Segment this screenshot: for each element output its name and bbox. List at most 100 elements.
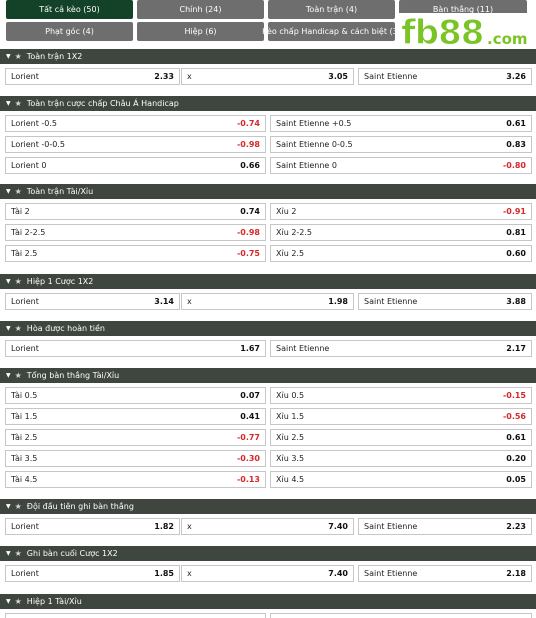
chevron-down-icon[interactable]: ▼ (6, 278, 11, 285)
odds-cell[interactable]: Tài 3.5 -0.30 (5, 450, 266, 467)
chevron-down-icon[interactable]: ▼ (6, 325, 11, 332)
section-header[interactable]: ▼ ★ Tổng bàn thắng Tài/Xỉu (0, 368, 536, 383)
odds-cell[interactable]: x 3.05 (181, 68, 354, 85)
odds-value: 7.40 (328, 569, 348, 578)
tab-main[interactable]: Chính (24) (137, 0, 264, 19)
odds-value: -0.30 (236, 454, 260, 463)
odds-value: 0.05 (506, 475, 526, 484)
odds-value: 1.98 (328, 297, 348, 306)
odds-cell[interactable]: Saint Etienne 0 -0.80 (270, 157, 532, 174)
section-header[interactable]: ▼ ★ Hiệp 1 Cược 1X2 (0, 274, 536, 289)
section-header[interactable]: ▼ ★ Đội đầu tiên ghi bàn thắng (0, 499, 536, 514)
chevron-down-icon[interactable]: ▼ (6, 53, 11, 60)
odds-cell[interactable]: Saint Etienne 2.17 (270, 340, 532, 357)
odds-cell[interactable]: Lorient 3.14 (5, 293, 180, 310)
star-icon[interactable]: ★ (15, 99, 22, 108)
chevron-down-icon[interactable]: ▼ (6, 100, 11, 107)
odds-label: Saint Etienne (364, 72, 418, 81)
odds-value: 0.60 (506, 249, 526, 258)
tab-full-time[interactable]: Toàn trận (4) (268, 0, 395, 19)
odds-value: 2.23 (506, 522, 526, 531)
odds-value: 2.33 (154, 72, 174, 81)
odds-cell[interactable] (270, 613, 532, 618)
odds-value: -0.74 (236, 119, 260, 128)
section-header[interactable]: ▼ ★ Toàn trận 1X2 (0, 49, 536, 64)
odds-cell[interactable]: x 7.40 (181, 518, 354, 535)
odds-cell[interactable]: Xỉu 3.5 0.20 (270, 450, 532, 467)
odds-label: Tài 2 (11, 207, 30, 216)
odds-cell[interactable]: Xỉu 2.5 0.60 (270, 245, 532, 262)
odds-cell[interactable]: Tài 2.5 -0.75 (5, 245, 266, 262)
odds-cell[interactable]: Lorient 2.33 (5, 68, 180, 85)
odds-cell[interactable]: Tài 2.5 -0.77 (5, 429, 266, 446)
odds-value: 1.67 (240, 344, 260, 353)
odds-cell[interactable]: Xỉu 0.5 -0.15 (270, 387, 532, 404)
odds-cell[interactable]: Saint Etienne 2.23 (358, 518, 532, 535)
section-title: Hòa được hoàn tiền (26, 324, 105, 333)
chevron-down-icon[interactable]: ▼ (6, 503, 11, 510)
odds-cell[interactable]: Lorient 1.67 (5, 340, 266, 357)
odds-cell[interactable]: Xỉu 4.5 0.05 (270, 471, 532, 488)
odds-cell[interactable]: Saint Etienne 0-0.5 0.83 (270, 136, 532, 153)
chevron-down-icon[interactable]: ▼ (6, 188, 11, 195)
odds-value: -0.56 (502, 412, 526, 421)
star-icon[interactable]: ★ (15, 597, 22, 606)
brand-logo: fb88 .com (399, 13, 529, 50)
section-header[interactable]: ▼ ★ Hiệp 1 Tài/Xỉu (0, 594, 536, 609)
odds-cell[interactable]: Lorient -0-0.5 -0.98 (5, 136, 266, 153)
odds-cell[interactable] (5, 613, 266, 618)
odds-cell[interactable]: x 7.40 (181, 565, 354, 582)
odds-label: Lorient (11, 297, 39, 306)
odds-cell[interactable]: x 1.98 (181, 293, 354, 310)
odds-value: 2.17 (506, 344, 526, 353)
odds-label: Lorient (11, 344, 39, 353)
odds-value: 0.81 (506, 228, 526, 237)
odds-label: Tài 0.5 (11, 391, 38, 400)
odds-cell[interactable]: Xỉu 2.5 0.61 (270, 429, 532, 446)
star-icon[interactable]: ★ (15, 371, 22, 380)
odds-label: Xỉu 3.5 (276, 454, 305, 463)
odds-label: Xỉu 2.5 (276, 249, 305, 258)
chevron-down-icon[interactable]: ▼ (6, 550, 11, 557)
odds-cell[interactable]: Tài 2-2.5 -0.98 (5, 224, 266, 241)
odds-value: -0.98 (236, 228, 260, 237)
odds-value: 3.14 (154, 297, 174, 306)
section-header[interactable]: ▼ ★ Hòa được hoàn tiền (0, 321, 536, 336)
star-icon[interactable]: ★ (15, 277, 22, 286)
odds-value: 0.07 (240, 391, 260, 400)
chevron-down-icon[interactable]: ▼ (6, 598, 11, 605)
odds-cell[interactable]: Saint Etienne 3.88 (358, 293, 532, 310)
chevron-down-icon[interactable]: ▼ (6, 372, 11, 379)
section-header[interactable]: ▼ ★ Ghi bàn cuối Cược 1X2 (0, 546, 536, 561)
odds-cell[interactable]: Tài 4.5 -0.13 (5, 471, 266, 488)
odds-cell[interactable]: Saint Etienne 3.26 (358, 68, 532, 85)
odds-cell[interactable]: Lorient 0 0.66 (5, 157, 266, 174)
odds-cell[interactable]: Saint Etienne +0.5 0.61 (270, 115, 532, 132)
odds-label: Tài 4.5 (11, 475, 38, 484)
odds-cell[interactable]: Saint Etienne 2.18 (358, 565, 532, 582)
tab-all-markets[interactable]: Tất cả kèo (50) (6, 0, 133, 19)
odds-cell[interactable]: Xỉu 2-2.5 0.81 (270, 224, 532, 241)
odds-label: Tài 1.5 (11, 412, 38, 421)
tab-corners[interactable]: Phạt góc (4) (6, 22, 133, 41)
star-icon[interactable]: ★ (15, 324, 22, 333)
odds-cell[interactable]: Xỉu 1.5 -0.56 (270, 408, 532, 425)
odds-cell[interactable]: Tài 0.5 0.07 (5, 387, 266, 404)
tab-handicap-margin[interactable]: Kèo chấp Handicap & cách biệt (3) (262, 22, 401, 41)
star-icon[interactable]: ★ (15, 549, 22, 558)
odds-value: -0.98 (236, 140, 260, 149)
star-icon[interactable]: ★ (15, 502, 22, 511)
section-header[interactable]: ▼ ★ Toàn trận Tài/Xỉu (0, 184, 536, 199)
section-header[interactable]: ▼ ★ Toàn trận cược chấp Châu Á Handicap (0, 96, 536, 111)
odds-value: -0.80 (502, 161, 526, 170)
odds-label: Saint Etienne (364, 569, 418, 578)
odds-cell[interactable]: Tài 2 0.74 (5, 203, 266, 220)
tab-halves[interactable]: Hiệp (6) (137, 22, 264, 41)
odds-cell[interactable]: Tài 1.5 0.41 (5, 408, 266, 425)
star-icon[interactable]: ★ (15, 52, 22, 61)
odds-cell[interactable]: Lorient 1.82 (5, 518, 180, 535)
odds-cell[interactable]: Lorient -0.5 -0.74 (5, 115, 266, 132)
odds-cell[interactable]: Xỉu 2 -0.91 (270, 203, 532, 220)
star-icon[interactable]: ★ (15, 187, 22, 196)
odds-cell[interactable]: Lorient 1.85 (5, 565, 180, 582)
